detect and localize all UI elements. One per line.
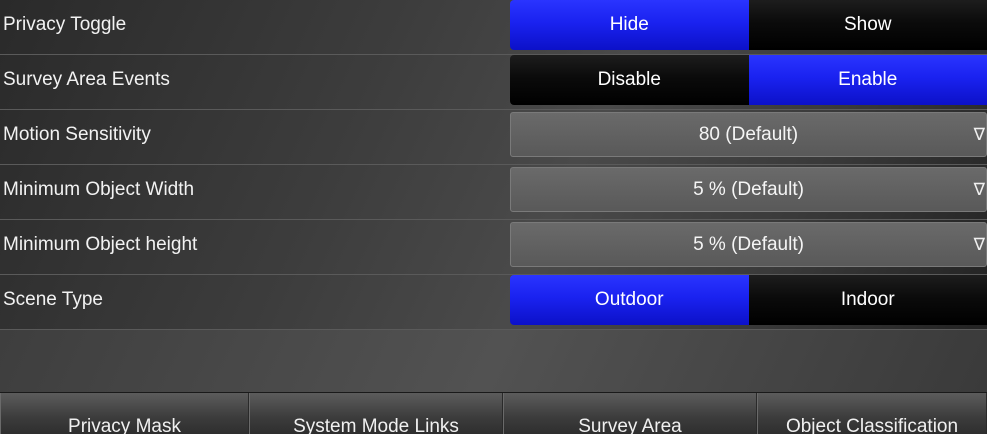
- survey-events-disable-button[interactable]: Disable: [510, 55, 749, 105]
- motion-sensitivity-value: 80 (Default): [698, 123, 799, 145]
- min-object-width-row: Minimum Object Width 5 % (Default) ∇: [0, 165, 987, 220]
- survey-area-events-row: Survey Area Events Disable Enable: [0, 55, 987, 110]
- tab-survey-area[interactable]: Survey Area: [503, 393, 757, 434]
- scene-outdoor-button[interactable]: Outdoor: [510, 275, 749, 325]
- tab-label: Privacy Mask: [68, 416, 181, 434]
- min-object-height-dropdown[interactable]: 5 % (Default) ∇: [510, 222, 987, 267]
- min-object-height-value: 5 % (Default): [693, 233, 804, 255]
- tab-privacy-mask[interactable]: Privacy Mask: [0, 393, 249, 434]
- tab-label: Object Classification: [785, 416, 959, 434]
- tab-system-mode-links[interactable]: System Mode Links: [249, 393, 503, 434]
- dropdown-arrow-icon: ∇: [973, 124, 985, 144]
- empty-panel-area: [0, 330, 987, 392]
- min-object-width-dropdown[interactable]: 5 % (Default) ∇: [510, 167, 987, 212]
- privacy-show-button[interactable]: Show: [748, 0, 987, 50]
- motion-sensitivity-label: Motion Sensitivity: [3, 124, 151, 145]
- tab-label: Survey Area: [578, 416, 682, 434]
- privacy-toggle-control: Hide Show: [510, 0, 987, 50]
- scene-indoor-button[interactable]: Indoor: [748, 275, 987, 325]
- min-object-height-label: Minimum Object height: [3, 234, 198, 255]
- dropdown-arrow-icon: ∇: [973, 179, 985, 199]
- scene-type-row: Scene Type Outdoor Indoor: [0, 275, 987, 330]
- tab-object-classification[interactable]: Object Classification: [757, 393, 987, 434]
- scene-type-label: Scene Type: [3, 289, 104, 310]
- min-object-height-row: Minimum Object height 5 % (Default) ∇: [0, 220, 987, 275]
- privacy-toggle-row: Privacy Toggle Hide Show: [0, 0, 987, 55]
- motion-sensitivity-row: Motion Sensitivity 80 (Default) ∇: [0, 110, 987, 165]
- tab-label: System Mode Links: [293, 416, 459, 434]
- motion-sensitivity-dropdown[interactable]: 80 (Default) ∇: [510, 112, 987, 157]
- settings-panel: Privacy Toggle Hide Show Survey Area Eve…: [0, 0, 987, 330]
- survey-events-enable-button[interactable]: Enable: [748, 55, 987, 105]
- survey-area-events-label: Survey Area Events: [3, 69, 170, 90]
- min-object-width-value: 5 % (Default): [693, 178, 804, 200]
- scene-type-control: Outdoor Indoor: [510, 275, 987, 325]
- bottom-tab-bar: Privacy Mask System Mode Links Survey Ar…: [0, 392, 987, 434]
- survey-area-events-control: Disable Enable: [510, 55, 987, 105]
- privacy-hide-button[interactable]: Hide: [510, 0, 749, 50]
- dropdown-arrow-icon: ∇: [973, 234, 985, 254]
- privacy-toggle-label: Privacy Toggle: [3, 14, 127, 35]
- min-object-width-label: Minimum Object Width: [3, 179, 195, 200]
